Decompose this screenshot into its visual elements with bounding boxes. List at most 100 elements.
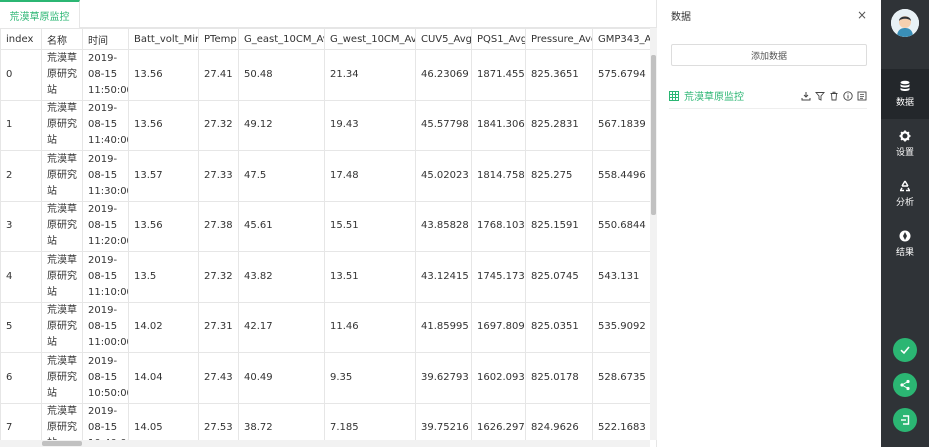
sidebar-item-settings[interactable]: 设置 (881, 119, 929, 169)
share-button[interactable] (893, 373, 917, 397)
column-header[interactable]: PQS1_Avg (471, 28, 526, 50)
table-cell: 27.53 (198, 402, 239, 440)
table-cell: 2 (0, 150, 42, 202)
table-cell: 7.185 (324, 402, 416, 440)
table-cell: 43.82 (238, 251, 325, 303)
column-header[interactable]: CUV5_Avg (415, 28, 472, 50)
table-row[interactable]: 6 荒漠草原研究站 2019-08-15 10:50:00 14.04 27.43 40.… (0, 352, 650, 404)
avatar[interactable] (891, 9, 919, 37)
table-cell: 41.85995 (415, 301, 472, 353)
gear-icon (899, 130, 911, 142)
table-cell: 40.49 (238, 352, 325, 404)
table-row[interactable]: 4 荒漠草原研究站 2019-08-15 11:10:00 13.5 27.32 43.8… (0, 251, 650, 303)
table-cell: 1871.455 (471, 49, 526, 101)
table-cell: 825.3651 (525, 49, 593, 101)
export-icon (901, 415, 910, 425)
table-cell: 43.12415 (415, 251, 472, 303)
table-cell: 1745.173 (471, 251, 526, 303)
table-cell: 2019-08-15 11:20:00 (82, 200, 129, 252)
table-row[interactable]: 1 荒漠草原研究站 2019-08-15 11:40:00 13.56 27.32 49.… (0, 99, 650, 151)
close-icon[interactable]: × (857, 8, 867, 22)
export-button[interactable] (893, 408, 917, 432)
info-icon[interactable] (843, 90, 853, 101)
column-header[interactable]: 名称 (41, 28, 83, 50)
table-cell: 1602.093 (471, 352, 526, 404)
table-cell: 1768.103 (471, 200, 526, 252)
details-icon[interactable] (857, 91, 867, 101)
column-header[interactable]: GMP343_Av (592, 28, 650, 50)
table-cell: 荒漠草原研究站 (41, 301, 83, 353)
table-cell: 825.1591 (525, 200, 593, 252)
dataset-toolbar (801, 90, 867, 101)
trash-icon[interactable] (829, 91, 839, 101)
download-icon[interactable] (801, 91, 811, 101)
horizontal-scrollbar[interactable] (0, 440, 650, 447)
dataset-link[interactable]: 荒漠草原监控 (669, 88, 744, 103)
table-cell: 2019-08-15 11:00:00 (82, 301, 129, 353)
confirm-button[interactable] (893, 338, 917, 362)
table-row[interactable]: 2 荒漠草原研究站 2019-08-15 11:30:00 13.57 27.33 47.… (0, 150, 650, 202)
table-cell: 21.34 (324, 49, 416, 101)
table-cell: 17.48 (324, 150, 416, 202)
table-cell: 535.9092 (592, 301, 650, 353)
table-cell: 43.85828 (415, 200, 472, 252)
recycle-icon (899, 180, 911, 192)
table-cell: 550.6844 (592, 200, 650, 252)
dataset-item[interactable]: 荒漠草原监控 (669, 83, 867, 109)
table-cell: 825.0351 (525, 301, 593, 353)
table-cell: 27.43 (198, 352, 239, 404)
filter-icon[interactable] (815, 91, 825, 101)
table-cell: 2019-08-15 10:50:00 (82, 352, 129, 404)
table-cell: 27.31 (198, 301, 239, 353)
column-header[interactable]: PTemp (198, 28, 239, 50)
table-cell: 558.4496 (592, 150, 650, 202)
sidebar-item-results[interactable]: 结果 (881, 219, 929, 269)
table-row[interactable]: 3 荒漠草原研究站 2019-08-15 11:20:00 13.56 27.38 45.… (0, 200, 650, 252)
table-cell: 543.131 (592, 251, 650, 303)
vertical-scrollbar[interactable] (650, 28, 657, 440)
sidebar-item-label: 设置 (895, 148, 914, 158)
column-header[interactable]: G_west_10CM_Avg (324, 28, 416, 50)
table-cell: 0 (0, 49, 42, 101)
table-cell: 27.32 (198, 251, 239, 303)
column-header[interactable]: index (0, 28, 42, 50)
table-cell: 50.48 (238, 49, 325, 101)
table-cell: 49.12 (238, 99, 325, 151)
table-cell: 2019-08-15 10:40:00 (82, 402, 129, 440)
horizontal-scroll-thumb[interactable] (42, 441, 82, 446)
table-cell: 1626.297 (471, 402, 526, 440)
tab-dataset[interactable]: 荒漠草原监控 (0, 0, 80, 29)
column-header[interactable]: G_east_10CM_Avg (238, 28, 325, 50)
add-data-button[interactable]: 添加数据 (671, 44, 867, 66)
sidebar-item-label: 数据 (895, 98, 914, 108)
table-cell: 45.57798 (415, 99, 472, 151)
table-cell: 1814.758 (471, 150, 526, 202)
table-cell: 11.46 (324, 301, 416, 353)
table-cell: 47.5 (238, 150, 325, 202)
table-cell: 1697.809 (471, 301, 526, 353)
table-row[interactable]: 0 荒漠草原研究站 2019-08-15 11:50:00 13.56 27.41 50.… (0, 49, 650, 101)
column-header[interactable]: 时间 (82, 28, 129, 50)
table-cell: 2019-08-15 11:30:00 (82, 150, 129, 202)
table-header-row: index 名称 时间 Batt_volt_Min PTemp G_east_10CM_A… (0, 28, 650, 50)
sidebar-item-data[interactable]: 数据 (881, 69, 929, 119)
table-cell: 2019-08-15 11:40:00 (82, 99, 129, 151)
panel-title: 数据 (671, 11, 691, 23)
table-cell: 9.35 (324, 352, 416, 404)
table-cell: 6 (0, 352, 42, 404)
column-header[interactable]: Batt_volt_Min (128, 28, 199, 50)
table-cell: 13.51 (324, 251, 416, 303)
table-cell: 13.57 (128, 150, 199, 202)
sidebar-item-analysis[interactable]: 分析 (881, 169, 929, 219)
table-cell: 14.05 (128, 402, 199, 440)
right-sidebar: 数据 设置 分析 结果 (881, 0, 929, 447)
data-table: index 名称 时间 Batt_volt_Min PTemp G_east_10CM_A… (0, 28, 650, 440)
column-header[interactable]: Pressure_Avg (525, 28, 593, 50)
table-cell: 39.75216 (415, 402, 472, 440)
table-cell: 荒漠草原研究站 (41, 150, 83, 202)
table-row[interactable]: 5 荒漠草原研究站 2019-08-15 11:00:00 14.02 27.31 42.… (0, 301, 650, 353)
vertical-scroll-thumb[interactable] (651, 55, 656, 215)
data-table-container: index 名称 时间 Batt_volt_Min PTemp G_east_10CM_A… (0, 28, 650, 440)
table-cell: 42.17 (238, 301, 325, 353)
table-row[interactable]: 7荒漠草原研究站2019-08-15 10:40:0014.0527.5338.… (0, 402, 650, 440)
